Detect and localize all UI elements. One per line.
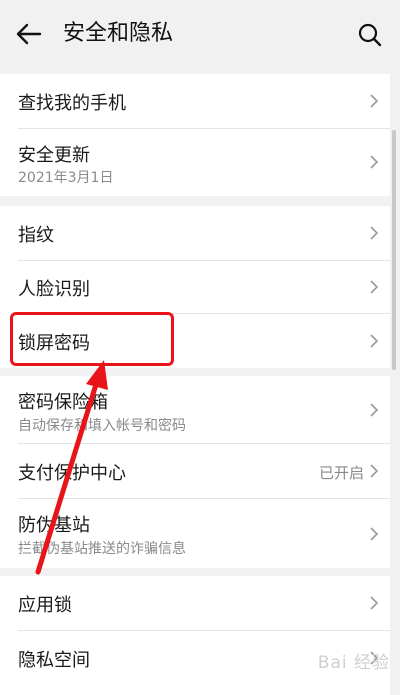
setting-app-lock[interactable]: 应用锁 <box>0 576 390 630</box>
setting-face-recognition[interactable]: 人脸识别 <box>0 261 390 313</box>
setting-sublabel: 拦截伪基站推送的诈骗信息 <box>18 541 186 557</box>
chevron-right-icon <box>370 226 379 240</box>
setting-label: 查找我的手机 <box>18 93 126 114</box>
back-arrow-icon[interactable] <box>14 20 46 48</box>
setting-status: 已开启 <box>318 464 364 482</box>
setting-label: 指纹 <box>18 225 54 246</box>
setting-label: 支付保护中心 <box>18 463 126 484</box>
setting-sublabel: 自动保存和填入帐号和密码 <box>18 418 186 434</box>
setting-label: 隐私空间 <box>18 650 90 671</box>
chevron-right-icon <box>370 155 379 169</box>
chevron-right-icon <box>370 596 379 610</box>
page-title: 安全和隐私 <box>63 21 174 46</box>
settings-group-1: 查找我的手机 安全更新 2021年3月1日 <box>0 74 390 196</box>
setting-payment-protection[interactable]: 支付保护中心 已开启 <box>0 444 390 498</box>
chevron-right-icon <box>370 94 379 108</box>
setting-security-update[interactable]: 安全更新 2021年3月1日 <box>0 129 390 196</box>
chevron-right-icon <box>370 280 379 294</box>
setting-find-my-phone[interactable]: 查找我的手机 <box>0 74 390 128</box>
search-icon[interactable] <box>356 21 384 49</box>
setting-label: 安全更新 <box>18 145 90 166</box>
setting-label: 密码保险箱 <box>18 392 108 413</box>
setting-sublabel: 2021年3月1日 <box>18 170 114 186</box>
chevron-right-icon <box>370 403 379 417</box>
chevron-right-icon <box>370 527 379 541</box>
setting-fingerprint[interactable]: 指纹 <box>0 206 390 260</box>
settings-group-3: 密码保险箱 自动保存和填入帐号和密码 支付保护中心 已开启 防伪基站 拦截伪基站… <box>0 376 390 568</box>
scrollbar[interactable] <box>392 130 396 370</box>
settings-group-4: 应用锁 隐私空间 <box>0 576 390 695</box>
app-header: 安全和隐私 <box>0 0 400 68</box>
chevron-right-icon <box>370 334 379 348</box>
watermark: Bai 经验 <box>317 653 390 673</box>
setting-password-vault[interactable]: 密码保险箱 自动保存和填入帐号和密码 <box>0 376 390 443</box>
setting-label: 防伪基站 <box>18 515 90 536</box>
chevron-right-icon <box>370 464 379 478</box>
setting-label: 人脸识别 <box>18 279 90 300</box>
setting-label: 应用锁 <box>18 595 72 616</box>
setting-anti-fake-station[interactable]: 防伪基站 拦截伪基站推送的诈骗信息 <box>0 499 390 568</box>
highlight-box <box>10 312 174 366</box>
